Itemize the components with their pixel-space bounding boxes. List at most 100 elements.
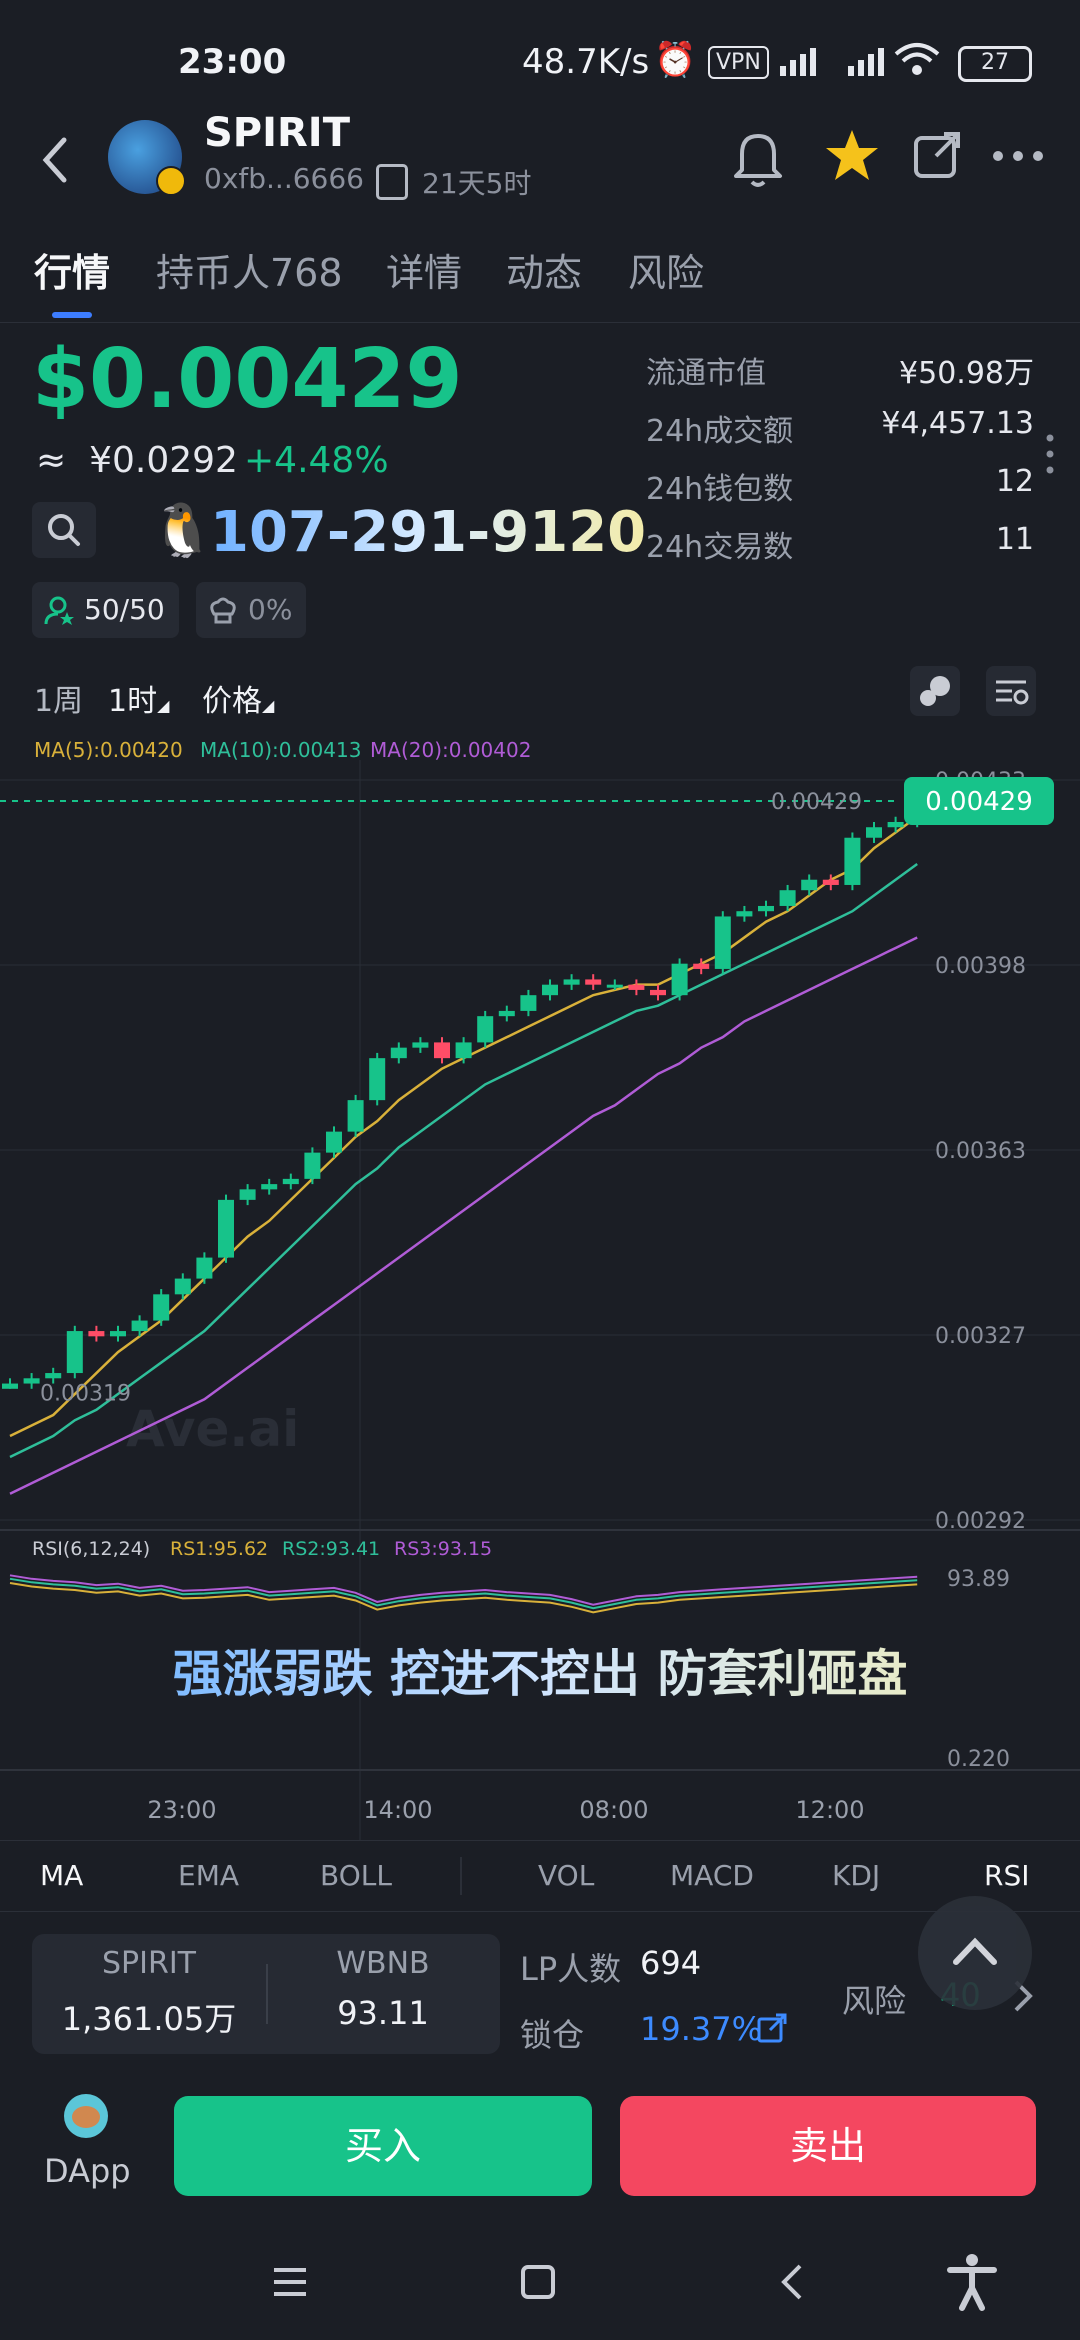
- stat-value-trades: 11: [995, 522, 1034, 557]
- candle: [45, 1373, 62, 1379]
- star-icon[interactable]: [824, 126, 880, 186]
- indicator-boll[interactable]: BOLL: [320, 1859, 392, 1892]
- bunny-face: [72, 2106, 100, 2128]
- overlay-toggle-button[interactable]: [910, 666, 960, 716]
- indicator-vol[interactable]: VOL: [538, 1859, 594, 1892]
- holders-badge[interactable]: 50/50: [32, 582, 179, 638]
- pool-amount-a: 1,361.05万: [61, 2000, 237, 2038]
- price-usd: $0.00429: [32, 332, 463, 427]
- candle: [563, 979, 580, 985]
- bell-icon[interactable]: [730, 126, 786, 190]
- candle: [606, 984, 623, 988]
- token-avatar: [108, 120, 186, 196]
- candle: [866, 827, 882, 838]
- chart-watermark: Ave.ai: [126, 1400, 299, 1458]
- promo-slogan: 强涨弱跌 控进不控出 防套利砸盘: [0, 1634, 1080, 1706]
- back-icon[interactable]: [36, 130, 72, 190]
- alarm-icon: ⏰: [654, 40, 697, 80]
- lp-count-value: 694: [640, 1944, 702, 1982]
- candle: [66, 1331, 83, 1374]
- nav-back-icon[interactable]: [772, 2260, 812, 2304]
- tab-bar: 行情 持币人768 详情 动态 风险: [0, 230, 1080, 323]
- interval-label: 1时: [108, 684, 158, 719]
- price-approx: ≈ ¥0.0292: [36, 440, 238, 481]
- interval-select[interactable]: 1时◢: [108, 676, 169, 720]
- bubbles-icon: [920, 676, 950, 706]
- x-tick-label: 14:00: [363, 1796, 432, 1824]
- buy-button[interactable]: 买入: [174, 2096, 592, 2196]
- candle: [2, 1383, 18, 1389]
- external-link-icon[interactable]: [756, 2012, 788, 2044]
- promo-number: 107-291-9120: [210, 500, 647, 565]
- indicator-rsi[interactable]: RSI: [984, 1859, 1030, 1892]
- tab-activity[interactable]: 动态: [506, 242, 582, 297]
- mode-label: 价格: [202, 684, 262, 719]
- tab-risk[interactable]: 风险: [628, 242, 704, 297]
- tab-holders[interactable]: 持币人768: [156, 242, 343, 297]
- status-time: 23:00: [178, 42, 287, 82]
- indicator-ma[interactable]: MA: [40, 1859, 83, 1892]
- price-change: +4.48%: [244, 440, 389, 481]
- candle: [542, 984, 558, 996]
- ma5-legend: MA(5):0.00420: [34, 738, 183, 762]
- candle: [498, 1010, 515, 1017]
- tab-indicator: [52, 312, 92, 318]
- tab-details[interactable]: 详情: [386, 242, 462, 297]
- home-icon[interactable]: [518, 2262, 558, 2302]
- y-tick-label: 0.00327: [935, 1324, 1026, 1349]
- accessibility-icon[interactable]: [944, 2252, 1000, 2312]
- period-week[interactable]: 1周: [34, 676, 83, 720]
- indicator-kdj[interactable]: KDJ: [832, 1859, 880, 1892]
- holders-value: 50/50: [84, 593, 165, 626]
- pool-amount-b: 93.11: [337, 1994, 429, 2032]
- chevron-up-icon: [953, 1937, 997, 1965]
- candle: [174, 1278, 191, 1295]
- chart-settings-button[interactable]: [986, 666, 1036, 716]
- candle: [23, 1378, 40, 1384]
- stat-label-wallets: 24h钱包数: [646, 472, 794, 507]
- x-tick-label: 23:00: [147, 1796, 216, 1824]
- candle: [434, 1042, 450, 1059]
- candle: [758, 905, 774, 912]
- stat-value-mcap: ¥50.98万: [899, 356, 1034, 391]
- candle: [520, 995, 537, 1011]
- menu-icon[interactable]: [270, 2262, 310, 2302]
- lock-label: 锁仓: [520, 2016, 585, 2054]
- indicator-divider: [460, 1857, 462, 1895]
- rsi-top-label: 93.89: [947, 1567, 1010, 1592]
- ma20-legend: MA(20):0.00402: [370, 738, 532, 762]
- search-button[interactable]: [32, 502, 96, 558]
- candle: [196, 1257, 213, 1279]
- more-icon[interactable]: [990, 146, 1046, 166]
- copy-icon[interactable]: [376, 164, 408, 200]
- indicator-macd[interactable]: MACD: [670, 1859, 754, 1892]
- candle: [239, 1189, 256, 1200]
- token-header: SPIRIT 0xfb...6666 21天5时: [0, 110, 1080, 220]
- candle: [779, 890, 796, 906]
- candle: [369, 1058, 386, 1101]
- share-icon[interactable]: [912, 128, 964, 180]
- sell-button[interactable]: 卖出: [620, 2096, 1036, 2196]
- vertical-dots-icon[interactable]: [1044, 432, 1056, 476]
- tax-badge[interactable]: 0%: [196, 582, 307, 638]
- pool-token-a: SPIRIT: [102, 1946, 196, 1981]
- candle: [714, 916, 731, 969]
- rsi-legend-rs3: RS3:93.15: [394, 1538, 492, 1560]
- mode-select[interactable]: 价格◢: [202, 676, 274, 720]
- tab-market[interactable]: 行情: [34, 242, 110, 297]
- candle: [822, 879, 839, 885]
- scroll-top-button[interactable]: [918, 1896, 1032, 2010]
- token-name: SPIRIT: [204, 110, 350, 156]
- lock-value[interactable]: 19.37%: [640, 2010, 762, 2048]
- candle: [693, 963, 710, 969]
- dapp-button[interactable]: DApp: [30, 2094, 140, 2204]
- pool-token-b: WBNB: [336, 1946, 430, 1981]
- candle: [88, 1331, 105, 1337]
- tax-value: 0%: [248, 593, 293, 626]
- ma5-line: [9, 815, 918, 1438]
- candle: [585, 979, 602, 985]
- candle: [455, 1042, 472, 1059]
- search-icon: [48, 514, 80, 546]
- indicator-ema[interactable]: EMA: [178, 1859, 239, 1892]
- vpn-badge: VPN: [708, 46, 769, 79]
